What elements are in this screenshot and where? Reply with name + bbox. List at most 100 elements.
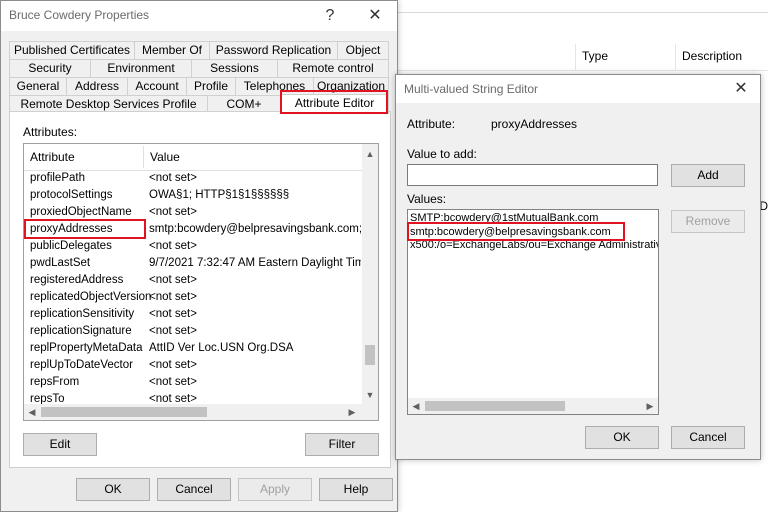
attribute-value: AttID Ver Loc.USN Org.DSA (149, 342, 294, 354)
scroll-right-icon[interactable]: ▶ (344, 404, 360, 420)
attribute-value: <not set> (149, 206, 197, 218)
tab-account[interactable]: Account (127, 77, 187, 95)
list-header: Attribute Value (24, 144, 364, 171)
edit-button[interactable]: Edit (23, 433, 97, 456)
tab-address[interactable]: Address (66, 77, 128, 95)
list-item[interactable]: x500:/o=ExchangeLabs/ou=Exchange Adminis… (410, 239, 658, 252)
attribute-value: smtp:bcowdery@belpresavingsbank.com; SMT… (149, 223, 361, 235)
attribute-name: replPropertyMetaData (30, 342, 143, 354)
add-button[interactable]: Add (671, 164, 745, 187)
attributes-list[interactable]: Attribute Value profilePath <not set> prot… (23, 143, 379, 421)
values-label: Values: (407, 192, 447, 206)
ok-button[interactable]: OK (76, 478, 150, 501)
tab-profile[interactable]: Profile (186, 77, 236, 95)
attribute-name: publicDelegates (30, 240, 112, 252)
attribute-value: <not set> (149, 376, 197, 388)
tab-telephones[interactable]: Telephones (235, 77, 314, 95)
remove-button[interactable]: Remove (671, 210, 745, 233)
column-header-attribute[interactable]: Attribute (30, 150, 75, 164)
apply-button[interactable]: Apply (238, 478, 312, 501)
attribute-name: replUpToDateVector (30, 359, 133, 371)
filter-button[interactable]: Filter (305, 433, 379, 456)
dialog-title: Bruce Cowdery Properties (9, 8, 150, 22)
tab-object[interactable]: Object (337, 41, 389, 59)
tab-password-replication[interactable]: Password Replication (209, 41, 338, 59)
tab-environment[interactable]: Environment (90, 59, 192, 77)
title-bar: Bruce Cowdery Properties ? ✕ (1, 1, 397, 31)
attribute-name: protocolSettings (30, 189, 113, 201)
tab-published-certificates[interactable]: Published Certificates (9, 41, 135, 59)
scroll-down-icon[interactable]: ▼ (362, 387, 378, 403)
horizontal-scrollbar[interactable]: ◀ ▶ (408, 398, 658, 414)
attribute-name: profilePath (30, 172, 85, 184)
attribute-name: proxyAddresses (491, 117, 578, 131)
column-separator (575, 44, 576, 70)
tab-sessions[interactable]: Sessions (191, 59, 278, 77)
tab-organization[interactable]: Organization (313, 77, 389, 95)
ok-button[interactable]: OK (585, 426, 659, 449)
scroll-thumb[interactable] (41, 407, 207, 417)
tab-member-of[interactable]: Member Of (134, 41, 210, 59)
scroll-left-icon[interactable]: ◀ (24, 404, 40, 420)
attribute-name: replicationSensitivity (30, 308, 135, 320)
dialog-title: Multi-valued String Editor (404, 82, 539, 96)
table-row[interactable]: replicationSensitivity <not set> (24, 307, 364, 324)
table-row[interactable]: replUpToDateVector <not set> (24, 358, 364, 375)
attribute-value: 9/7/2021 7:32:47 AM Eastern Daylight Tim… (149, 257, 361, 269)
column-header-value[interactable]: Value (150, 150, 180, 164)
table-row[interactable]: proxiedObjectName <not set> (24, 205, 364, 222)
attribute-label: Attribute: (407, 117, 456, 131)
table-row[interactable]: publicDelegates <not set> (24, 239, 364, 256)
list-item[interactable]: SMTP:bcowdery@1stMutualBank.com (410, 212, 598, 225)
close-icon[interactable]: ✕ (364, 5, 386, 27)
vertical-scrollbar[interactable]: ▲ ▼ (362, 144, 378, 404)
list-item[interactable]: smtp:bcowdery@belpresavingsbank.com (410, 226, 611, 239)
scroll-up-icon[interactable]: ▲ (362, 146, 378, 162)
attribute-name: pwdLastSet (30, 257, 91, 269)
attribute-name: replicatedObjectVersion (30, 291, 152, 303)
attribute-value: <not set> (149, 325, 197, 337)
help-icon[interactable]: ? (319, 5, 341, 27)
horizontal-scrollbar[interactable]: ◀ ▶ (24, 404, 378, 420)
column-description[interactable]: Description (682, 49, 742, 63)
attribute-name: proxyAddresses (30, 223, 113, 235)
table-row[interactable]: repsFrom <not set> (24, 375, 364, 392)
column-type[interactable]: Type (582, 49, 608, 63)
table-row[interactable]: replicationSignature <not set> (24, 324, 364, 341)
attribute-value: OWA§1; HTTP§1§1§§§§§§ (149, 189, 290, 201)
attribute-value: <not set> (149, 172, 197, 184)
attribute-name: repsFrom (30, 376, 80, 388)
scroll-thumb[interactable] (425, 401, 565, 411)
properties-dialog: Bruce Cowdery Properties ? ✕ Published C… (0, 0, 398, 512)
help-button[interactable]: Help (319, 478, 393, 501)
table-row[interactable]: proxyAddresses smtp:bcowdery@belpresaving… (24, 222, 364, 239)
scroll-left-icon[interactable]: ◀ (408, 398, 424, 414)
attribute-value: <not set> (149, 291, 197, 303)
value-to-add-label: Value to add: (407, 147, 477, 161)
value-to-add-input[interactable] (407, 164, 658, 186)
attribute-value: <not set> (149, 240, 197, 252)
tab-security[interactable]: Security (9, 59, 91, 77)
tab-general[interactable]: General (9, 77, 67, 95)
column-separator (143, 146, 144, 168)
attribute-value: <not set> (149, 274, 197, 286)
table-row[interactable]: profilePath <not set> (24, 171, 364, 188)
background-divider (396, 12, 768, 13)
values-list[interactable]: SMTP:bcowdery@1stMutualBank.com smtp:bco… (407, 209, 659, 415)
multi-valued-string-editor: Multi-valued String Editor ✕ Attribute: … (395, 74, 761, 460)
table-row[interactable]: registeredAddress <not set> (24, 273, 364, 290)
cancel-button[interactable]: Cancel (671, 426, 745, 449)
attribute-value: <not set> (149, 308, 197, 320)
tab-remote-control[interactable]: Remote control (277, 59, 389, 77)
close-icon[interactable]: ✕ (730, 78, 752, 100)
scroll-right-icon[interactable]: ▶ (642, 398, 658, 414)
table-row[interactable]: protocolSettings OWA§1; HTTP§1§1§§§§§§ (24, 188, 364, 205)
table-row[interactable]: pwdLastSet 9/7/2021 7:32:47 AM Eastern Da… (24, 256, 364, 273)
title-bar: Multi-valued String Editor ✕ (396, 75, 760, 103)
scroll-thumb[interactable] (365, 345, 375, 365)
table-row[interactable]: replPropertyMetaData AttID Ver Loc.USN Or… (24, 341, 364, 358)
table-row[interactable]: replicatedObjectVersion <not set> (24, 290, 364, 307)
tab-attribute-editor[interactable]: Attribute Editor (280, 94, 389, 114)
attribute-name: registeredAddress (30, 274, 124, 286)
cancel-button[interactable]: Cancel (157, 478, 231, 501)
